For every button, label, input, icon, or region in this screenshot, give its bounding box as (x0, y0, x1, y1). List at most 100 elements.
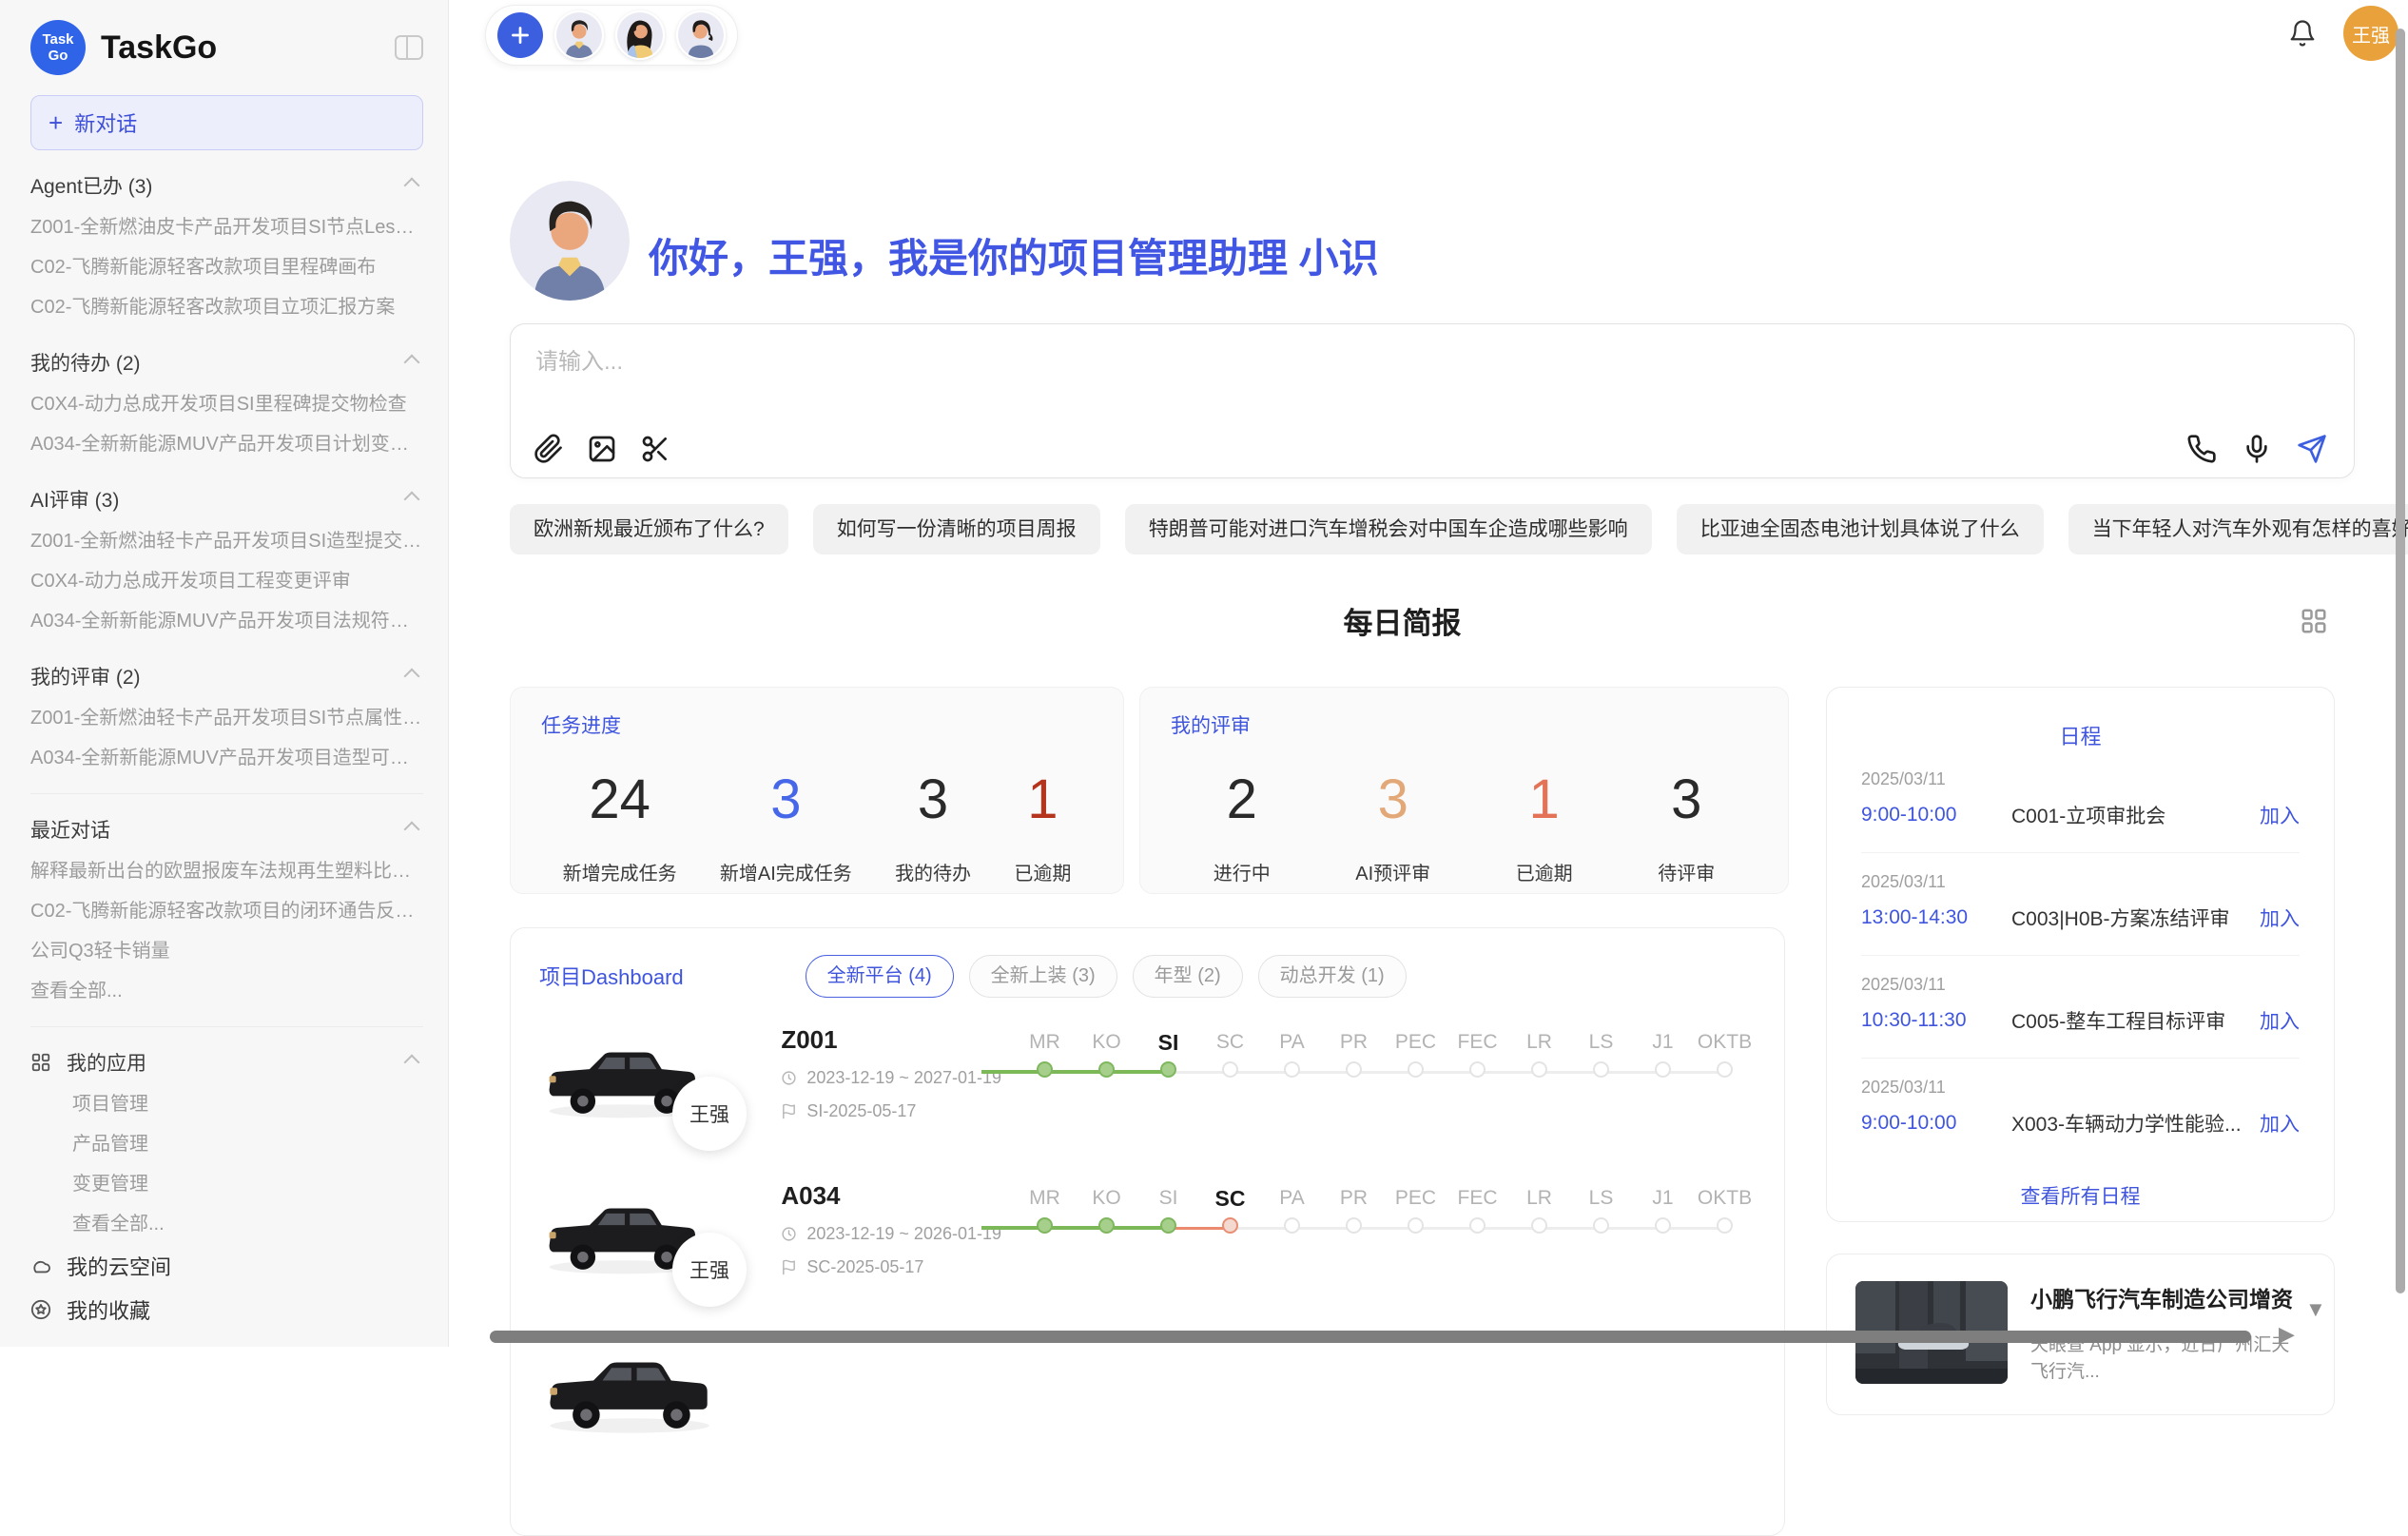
join-link[interactable]: 加入 (2260, 801, 2300, 829)
project-flag: SI-2025-05-17 (781, 1101, 1006, 1121)
sidebar-item-favorites[interactable]: 我的收藏 (30, 1288, 423, 1332)
new-chat-button[interactable]: + 新对话 (30, 95, 423, 150)
project-owner-badge: 王强 (672, 1233, 747, 1307)
agent-pillbar (485, 5, 738, 66)
section-header[interactable]: 我的待办 (2) (30, 340, 423, 384)
stat: 3 新增AI完成任务 (720, 768, 852, 885)
project-code: A034 (781, 1181, 1006, 1211)
stat-label: 已逾期 (1014, 858, 1071, 885)
app-item[interactable]: 产品管理 (72, 1124, 423, 1164)
sidebar-task-item[interactable]: C0X4-动力总成开发项目工程变更评审 (30, 561, 423, 601)
clock-icon (781, 1226, 797, 1242)
milestone: LR (1508, 1025, 1570, 1084)
project-dashboard-card: 项目Dashboard 全新平台 (4)全新上装 (3)年型 (2)动总开发 (… (510, 927, 1785, 1536)
sidebar-task-item[interactable]: A034-全新新能源MUV产品开发项目法规符合性评审 (30, 601, 423, 641)
microphone-icon[interactable] (2242, 434, 2272, 464)
suggestion-chip[interactable]: 欧洲新规最近颁布了什么? (510, 504, 788, 554)
add-agent-button[interactable] (497, 12, 543, 58)
dashboard-tab[interactable]: 全新上装 (3) (969, 955, 1117, 998)
suggestion-chip[interactable]: 如何写一份清晰的项目周报 (813, 504, 1100, 554)
sidebar-task-item[interactable]: Z001-全新燃油轻卡产品开发项目SI节点属性5D文件评审 (30, 698, 423, 738)
agent-avatar[interactable] (554, 10, 604, 60)
sidebar-task-item[interactable]: C02-飞腾新能源轻客改款项目立项汇报方案 (30, 287, 423, 327)
section-header[interactable]: 最近对话 (30, 807, 423, 851)
section-header[interactable]: 我的评审 (2) (30, 654, 423, 698)
join-link[interactable]: 加入 (2260, 904, 2300, 932)
suggestion-chip[interactable]: 比亚迪全固态电池计划具体说了什么 (1677, 504, 2044, 554)
suggestion-chip[interactable]: 特朗普可能对进口汽车增税会对中国车企造成哪些影响 (1125, 504, 1652, 554)
section-items: Z001-全新燃油皮卡产品开发项目SI节点Lesson Learn报告C02-飞… (30, 207, 423, 327)
milestone-dot (1098, 1217, 1115, 1234)
image-icon[interactable] (587, 434, 617, 464)
sidebar-task-item[interactable]: C02-飞腾新能源轻客改款项目里程碑画布 (30, 247, 423, 287)
app-item[interactable]: 查看全部... (72, 1204, 423, 1244)
milestone: LR (1508, 1181, 1570, 1240)
milestone-label: LR (1508, 1025, 1570, 1060)
sidebar-collapse-icon[interactable] (395, 35, 423, 60)
chevron-up-icon (404, 669, 420, 685)
dashboard-tab[interactable]: 动总开发 (1) (1258, 955, 1407, 998)
project-info: A034 2023-12-19 ~ 2026-01-19 SC-2025-05-… (781, 1177, 1006, 1277)
phone-icon[interactable] (2186, 434, 2217, 464)
sidebar-task-item[interactable]: C0X4-动力总成开发项目SI里程碑提交物检查 (30, 384, 423, 424)
divider (30, 1026, 423, 1027)
milestone-dot (1222, 1061, 1238, 1078)
section-items: Z001-全新燃油轻卡产品开发项目SI造型提交物评审C0X4-动力总成开发项目工… (30, 521, 423, 641)
agent-avatar[interactable] (615, 10, 665, 60)
sidebar-item-label: 我的收藏 (67, 1294, 150, 1325)
recent-chat-item[interactable]: 解释最新出台的欧盟报废车法规再生塑料比例被调至15%... (30, 851, 423, 891)
user-avatar[interactable]: 王强 (2343, 6, 2398, 61)
section-header[interactable]: Agent已办 (3) (30, 164, 423, 207)
milestone: LS (1570, 1181, 1632, 1240)
schedule-entry: 2025/03/11 9:00-10:00 C001-立项审批会 加入 (1861, 750, 2300, 853)
project-row[interactable]: 王强 A034 2023-12-19 ~ 2026-01-19 SC-2025-… (511, 1177, 1784, 1311)
view-all-schedule-link[interactable]: 查看所有日程 (1861, 1181, 2300, 1210)
milestone-label: SC (1199, 1181, 1261, 1215)
layout-grid-icon[interactable] (2300, 607, 2328, 635)
sidebar-task-item[interactable]: Z001-全新燃油皮卡产品开发项目SI节点Lesson Learn报告 (30, 207, 423, 247)
section-title: 我的评审 (2) (30, 662, 141, 690)
join-link[interactable]: 加入 (2260, 1006, 2300, 1035)
flag-icon (781, 1259, 797, 1275)
vertical-scrollbar[interactable] (2396, 29, 2405, 1293)
dashboard-tab[interactable]: 全新平台 (4) (806, 955, 954, 998)
sidebar-task-item[interactable]: A034-全新新能源MUV产品开发项目计划变更表编写 (30, 424, 423, 464)
recent-chat-item[interactable]: C02-飞腾新能源轻客改款项目的闭环通告反馈情况 (30, 891, 423, 931)
sidebar-task-item[interactable]: A034-全新新能源MUV产品开发项目造型可行性评审 (30, 738, 423, 778)
milestone-dot (1160, 1217, 1176, 1234)
notification-bell-icon[interactable] (2288, 19, 2317, 48)
send-icon[interactable] (2297, 434, 2327, 464)
milestone: MR (1014, 1181, 1076, 1240)
project-row-partial (511, 1333, 1784, 1467)
app-item[interactable]: 变更管理 (72, 1164, 423, 1204)
scroll-right-arrow[interactable]: ▶ (2279, 1324, 2295, 1345)
section-header[interactable]: AI评审 (3) (30, 477, 423, 521)
dashboard-tab[interactable]: 年型 (2) (1133, 955, 1243, 998)
suggestion-chip[interactable]: 当下年轻人对汽车外观有怎样的喜好趋势 (2068, 504, 2408, 554)
section-header[interactable]: 我的应用 (30, 1040, 423, 1084)
app-item[interactable]: 项目管理 (72, 1084, 423, 1124)
section-title-wrap: 我的应用 (30, 1048, 146, 1077)
section-title: 我的应用 (67, 1048, 146, 1077)
section-items: C0X4-动力总成开发项目SI里程碑提交物检查A034-全新新能源MUV产品开发… (30, 384, 423, 464)
chat-input[interactable] (535, 343, 2152, 381)
schedule-name: C003|H0B-方案冻结评审 (2011, 904, 2248, 932)
sidebar-task-item[interactable]: Z001-全新燃油轻卡产品开发项目SI造型提交物评审 (30, 521, 423, 561)
chat-composer (510, 323, 2355, 478)
milestone: J1 (1632, 1025, 1694, 1084)
dashboard-tabs: 全新平台 (4) 全新上装 (3) 年型 (2) 动总开发 (1) (806, 955, 1407, 998)
recent-chat-item[interactable]: 公司Q3轻卡销量 (30, 931, 423, 971)
scissors-icon[interactable] (640, 434, 670, 464)
milestone-dot (1593, 1061, 1609, 1078)
project-row[interactable]: 王强 Z001 2023-12-19 ~ 2027-01-19 SI-2025-… (511, 1021, 1784, 1155)
join-link[interactable]: 加入 (2260, 1109, 2300, 1137)
horizontal-scrollbar[interactable] (490, 1331, 2251, 1343)
milestone-dot (1408, 1217, 1424, 1234)
scroll-down-arrow[interactable]: ▼ (2305, 1299, 2326, 1320)
recent-chat-item[interactable]: 查看全部... (30, 971, 423, 1011)
paperclip-icon[interactable] (534, 434, 564, 464)
agent-avatar[interactable] (676, 10, 726, 60)
section-agent-done: Agent已办 (3) Z001-全新燃油皮卡产品开发项目SI节点Lesson … (30, 164, 423, 327)
milestone-dot (1037, 1061, 1053, 1078)
sidebar-item-cloud-space[interactable]: 我的云空间 (30, 1244, 423, 1288)
